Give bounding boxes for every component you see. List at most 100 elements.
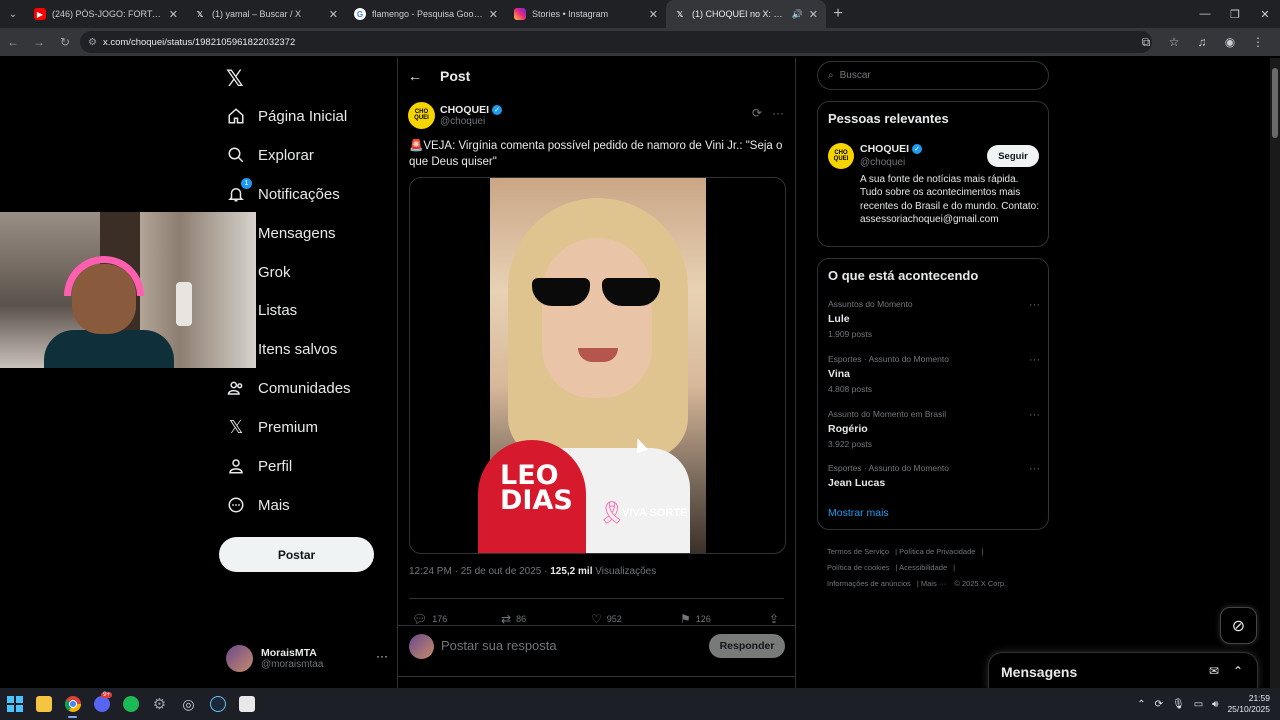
close-tab-icon[interactable]: ✕ — [489, 8, 498, 21]
author-handle[interactable]: @choquei — [440, 116, 502, 127]
post-video[interactable]: LEO DIAS 🎗 VIVA SORTE — [409, 177, 786, 554]
profile-icon[interactable]: ◉ — [1216, 35, 1244, 49]
settings-icon[interactable]: ⚙ — [145, 688, 174, 720]
more-icon[interactable]: ··· — [376, 649, 388, 663]
more-icon[interactable]: ··· — [1029, 354, 1040, 366]
nav-label: Página Inicial — [258, 107, 348, 125]
page-scrollbar[interactable] — [1270, 58, 1280, 688]
back-arrow-icon[interactable]: ← — [408, 68, 422, 84]
forward-icon[interactable]: → — [26, 35, 52, 49]
expand-icon[interactable]: ⌃ — [1233, 664, 1243, 678]
tray-overflow-icon[interactable]: ⌃ — [1137, 699, 1145, 710]
reply-count: 176 — [432, 614, 448, 624]
post-button[interactable]: Postar — [219, 537, 374, 572]
grok-explain-icon[interactable]: ⟳ — [752, 106, 762, 120]
close-tab-icon[interactable]: ✕ — [329, 8, 338, 21]
file-explorer-icon[interactable] — [29, 688, 58, 720]
url-field[interactable]: ⚙ x.com/choquei/status/19821059618220323… — [80, 31, 1152, 53]
reply-button[interactable]: Responder — [709, 634, 785, 658]
follow-button[interactable]: Seguir — [987, 145, 1039, 167]
author-avatar[interactable]: CHO QUEI — [828, 143, 854, 169]
restore-icon[interactable]: ❐ — [1220, 0, 1250, 28]
more-icon[interactable]: ··· — [1029, 463, 1040, 475]
microphone-icon[interactable]: 🎙︎ — [1172, 699, 1185, 710]
new-message-icon[interactable]: ✉ — [1209, 664, 1219, 678]
close-tab-icon[interactable]: ✕ — [649, 8, 658, 21]
xbox-icon[interactable]: ◎ — [174, 688, 203, 720]
account-switcher[interactable]: MoraisMTA @moraismtaa ··· — [226, 641, 390, 675]
media-control-icon[interactable]: ♫ — [1188, 35, 1216, 49]
close-tab-icon[interactable]: ✕ — [169, 8, 178, 21]
footer-links: Termos de Serviço | Política de Privacida… — [827, 547, 1007, 588]
discord-icon[interactable]: 9+ — [87, 688, 116, 720]
network-icon[interactable]: ▭ — [1194, 699, 1203, 710]
x-logo-icon[interactable]: 𝕏 — [226, 66, 244, 92]
windows-start-icon[interactable] — [0, 688, 29, 720]
browser-tab-2[interactable]: 𝕏 (1) yamal – Buscar / X ✕ — [186, 0, 346, 28]
more-icon[interactable]: ··· — [1029, 299, 1040, 311]
chrome-icon[interactable] — [58, 688, 87, 720]
taskbar: 9+ ⚙ ◎ ⌃ ⟳ 🎙︎ ▭ 🔊︎ 21:59 25/10/2025 — [0, 688, 1280, 720]
footer-link[interactable]: Termos de Serviço — [827, 547, 889, 556]
footer-link[interactable]: Política de cookies — [827, 563, 890, 572]
sync-icon[interactable]: ⟳ — [1155, 699, 1163, 710]
reply-input[interactable]: Postar sua resposta — [441, 638, 557, 653]
browser-tab-5[interactable]: 𝕏 (1) CHOQUEI no X: "🚨VEJA 🔊 ✕ — [666, 0, 826, 28]
browser-menu-icon[interactable]: ⋮ — [1244, 35, 1272, 49]
messages-drawer[interactable]: Mensagens ✉ ⌃ — [988, 652, 1258, 690]
x-icon: 𝕏 — [228, 416, 244, 437]
tab-search-icon[interactable]: ⌄ — [0, 0, 26, 28]
nav-item-explore[interactable]: Explorar — [226, 139, 314, 171]
nav-item-communities[interactable]: Comunidades — [226, 372, 351, 404]
bookmark-action[interactable]: ⚑ 126 — [680, 612, 711, 626]
footer-link[interactable]: Informações de anúncios — [827, 579, 911, 588]
more-icon[interactable]: ··· — [772, 106, 784, 120]
trend-item[interactable]: Esportes · Assunto do Momento Jean Lucas… — [828, 463, 1040, 489]
nav-item-profile[interactable]: Perfil — [226, 450, 292, 482]
browser-tab-4[interactable]: Stories • Instagram ✕ — [506, 0, 666, 28]
search-input[interactable]: ⌕ Buscar — [817, 61, 1049, 90]
bookmark-star-icon[interactable]: ☆ — [1160, 35, 1188, 49]
footer-link[interactable]: Política de Privacidade — [899, 547, 975, 556]
footer-link[interactable]: Mais ··· — [921, 579, 946, 588]
new-tab-button[interactable]: + — [826, 5, 850, 23]
site-info-icon[interactable]: ⚙ — [88, 37, 97, 48]
nav-item-premium[interactable]: 𝕏 Premium — [226, 411, 318, 443]
close-window-icon[interactable]: ✕ — [1250, 0, 1280, 28]
spotify-icon[interactable] — [116, 688, 145, 720]
video-frame[interactable]: LEO DIAS 🎗 VIVA SORTE — [478, 178, 706, 553]
trend-item[interactable]: Assuntos do Momento Lule 1.909 posts ··· — [828, 299, 1040, 339]
browser-tab-1[interactable]: ▶ (246) PÓS-JOGO: FORTALEZA X ✕ — [26, 0, 186, 28]
nav-item-notifications[interactable]: 1 Notificações — [226, 178, 340, 210]
reply-action[interactable]: 💬︎ 176 — [412, 612, 447, 626]
app-icon[interactable] — [232, 688, 261, 720]
install-app-icon[interactable]: ⧉ — [1132, 35, 1160, 50]
show-more-link[interactable]: Mostrar mais — [828, 507, 889, 519]
grok-floating-button[interactable]: ⊘ — [1220, 607, 1257, 644]
scrollbar-thumb[interactable] — [1272, 68, 1278, 138]
nav-item-more[interactable]: Mais — [226, 489, 290, 521]
search-icon — [226, 145, 246, 165]
nav-item-home[interactable]: Página Inicial — [226, 100, 347, 132]
footer-link[interactable]: Acessibilidade — [899, 563, 947, 572]
repost-action[interactable]: ⇄ 86 — [501, 612, 526, 626]
speaker-icon[interactable]: 🔊 — [792, 9, 803, 20]
volume-icon[interactable]: 🔊︎ — [1212, 699, 1218, 710]
like-action[interactable]: ♡ 952 — [591, 612, 622, 626]
trend-meta: Esportes · Assunto do Momento — [828, 463, 949, 473]
back-icon[interactable]: ← — [0, 35, 26, 49]
share-action[interactable]: ⇪ — [769, 612, 784, 626]
browser-tab-3[interactable]: G flamengo - Pesquisa Google ✕ — [346, 0, 506, 28]
author-name-row[interactable]: CHOQUEI ✓ — [440, 104, 503, 116]
trend-count: 1.909 posts — [828, 329, 872, 339]
minimize-icon[interactable]: — — [1190, 0, 1220, 28]
close-tab-icon[interactable]: ✕ — [809, 8, 818, 21]
reload-icon[interactable]: ↻ — [52, 35, 78, 49]
clock[interactable]: 21:59 25/10/2025 — [1227, 693, 1270, 715]
more-icon[interactable]: ··· — [1029, 409, 1040, 421]
trend-item[interactable]: Assunto do Momento em Brasil Rogério 3.9… — [828, 409, 1040, 449]
author-avatar[interactable]: CHO QUEI — [408, 101, 435, 129]
trend-item[interactable]: Esportes · Assunto do Momento Vina 4.808… — [828, 354, 1040, 394]
person-bio: A sua fonte de notícias mais rápida. Tud… — [860, 174, 1039, 225]
steam-icon[interactable] — [203, 688, 232, 720]
